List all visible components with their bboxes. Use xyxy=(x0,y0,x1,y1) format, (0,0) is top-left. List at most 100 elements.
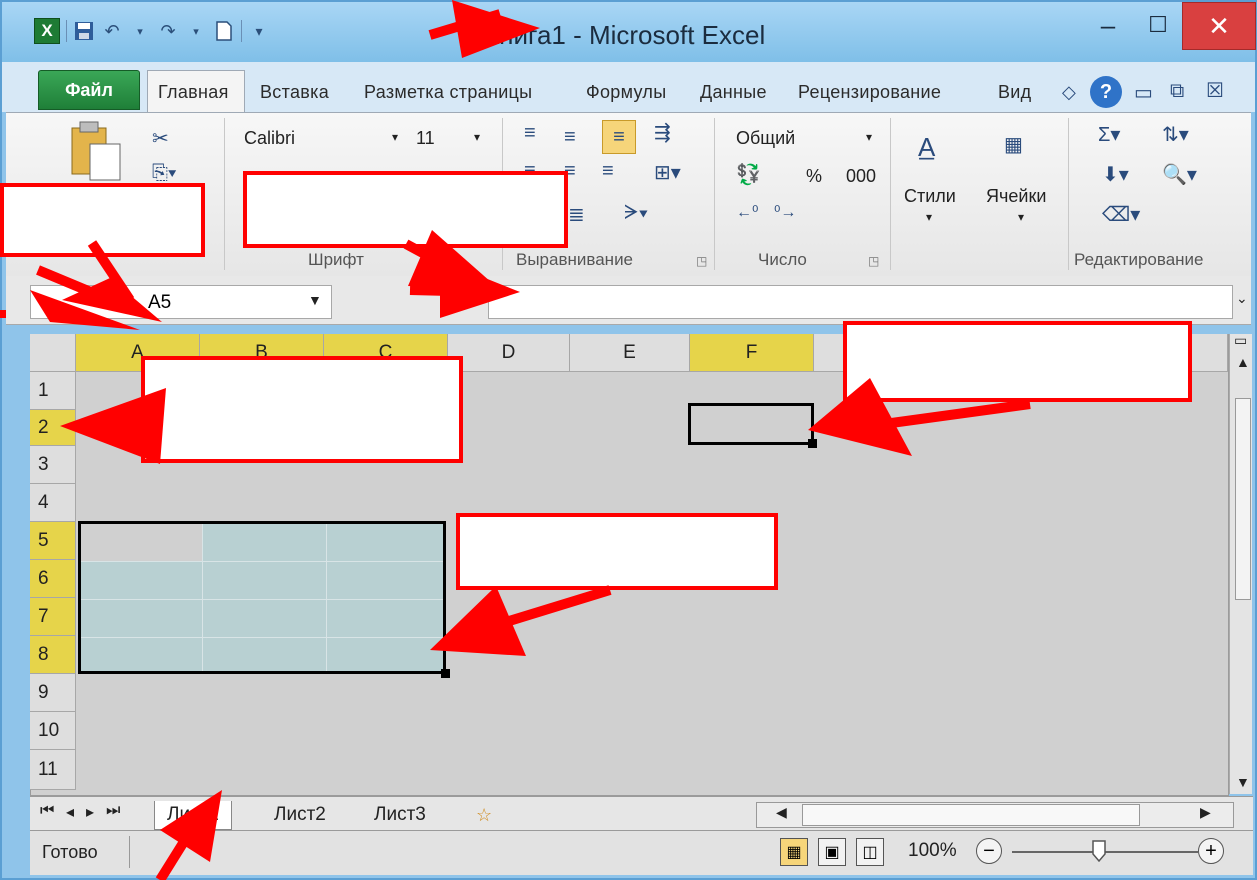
cells-dropdown-icon[interactable]: ▾ xyxy=(1018,210,1024,224)
row-header-7[interactable]: 7 xyxy=(30,598,76,636)
help-icon[interactable]: ? xyxy=(1090,76,1122,108)
redo-icon[interactable]: ↷ xyxy=(157,20,179,42)
horizontal-scroll-thumb[interactable] xyxy=(802,804,1140,826)
workbook-restore-icon[interactable]: ⧉ xyxy=(1170,80,1184,103)
column-header-d[interactable]: D xyxy=(448,334,570,372)
save-icon[interactable] xyxy=(73,20,95,42)
copy-icon[interactable]: ⎘▾ xyxy=(152,162,176,185)
merge-cells-icon[interactable]: ⊞▾ xyxy=(654,160,681,185)
autosum-icon[interactable]: Σ▾ xyxy=(1098,122,1120,147)
sort-filter-icon[interactable]: ⇅▾ xyxy=(1162,122,1189,147)
dropdown-icon[interactable]: ▾ xyxy=(129,20,151,42)
tab-file[interactable]: Файл xyxy=(38,70,140,110)
decrease-decimal-icon[interactable]: ⁰→ xyxy=(774,202,796,222)
scroll-left-icon[interactable]: ◀ xyxy=(776,804,787,821)
select-all-button[interactable] xyxy=(30,334,76,372)
fill-icon[interactable]: ⬇▾ xyxy=(1102,162,1129,187)
sheet-tab-3[interactable]: Лист3 xyxy=(374,801,426,829)
cut-icon[interactable]: ✂ xyxy=(152,126,169,151)
styles-dropdown-icon[interactable]: ▾ xyxy=(926,210,932,224)
workbook-minimize-icon[interactable]: ▭ xyxy=(1134,80,1153,105)
column-header-e[interactable]: E xyxy=(570,334,690,372)
scroll-up-icon[interactable]: ▲ xyxy=(1236,354,1250,370)
row-header-3[interactable]: 3 xyxy=(30,446,76,484)
formula-input[interactable] xyxy=(488,285,1233,319)
increase-decimal-icon[interactable]: ←⁰ xyxy=(736,202,758,222)
paste-icon[interactable] xyxy=(68,120,124,190)
styles-button[interactable]: Стили xyxy=(904,186,956,207)
maximize-button[interactable]: ☐ xyxy=(1134,2,1182,48)
insert-function-icon[interactable]: fx xyxy=(454,289,472,314)
tab-insert[interactable]: Вставка xyxy=(260,82,329,103)
customize-qat-icon[interactable]: ▾ xyxy=(248,20,270,42)
row-header-5[interactable]: 5 xyxy=(30,522,76,560)
number-format-dropdown-icon[interactable]: ▾ xyxy=(866,130,872,144)
font-name-select[interactable]: Calibri xyxy=(244,128,295,149)
align-middle-icon[interactable]: ≡ xyxy=(564,126,576,149)
dialog-launcher-icon[interactable]: ◳ xyxy=(696,254,707,268)
font-name-dropdown-icon[interactable]: ▾ xyxy=(392,130,398,144)
find-select-icon[interactable]: 🔍▾ xyxy=(1162,162,1197,187)
dialog-launcher-icon[interactable]: ◳ xyxy=(868,254,879,268)
cells-button[interactable]: Ячейки xyxy=(986,186,1046,207)
cell-fill-handle[interactable] xyxy=(808,439,817,448)
tab-data[interactable]: Данные xyxy=(700,82,767,103)
sheet-tab-1[interactable]: Лист1 xyxy=(154,801,232,830)
align-top-icon[interactable]: ≡ xyxy=(524,122,536,145)
zoom-out-icon[interactable]: − xyxy=(976,838,1002,864)
selected-cell-f2[interactable] xyxy=(688,403,814,445)
font-size-dropdown-icon[interactable]: ▾ xyxy=(474,130,480,144)
normal-view-icon[interactable]: ▦ xyxy=(780,838,808,866)
next-sheet-icon[interactable]: ▸ xyxy=(86,802,94,822)
row-header-6[interactable]: 6 xyxy=(30,560,76,598)
name-box-dropdown-icon[interactable]: ▼ xyxy=(308,292,322,308)
dropdown-icon[interactable]: ▾ xyxy=(185,20,207,42)
currency-format-icon[interactable]: 💱 xyxy=(736,162,761,187)
row-header-10[interactable]: 10 xyxy=(30,712,76,750)
styles-icon[interactable]: A̲ xyxy=(918,132,935,163)
excel-logo-icon[interactable]: X xyxy=(34,18,60,44)
range-fill-handle[interactable] xyxy=(441,669,450,678)
wrap-text-icon[interactable]: ⇶ xyxy=(654,120,671,145)
sheet-tab-2[interactable]: Лист2 xyxy=(274,801,326,829)
align-bottom-icon[interactable]: ≡ xyxy=(602,120,636,154)
last-sheet-icon[interactable]: ⏭ xyxy=(106,802,120,820)
indent-icon[interactable]: ≣ xyxy=(568,202,585,227)
row-header-2[interactable]: 2 xyxy=(30,410,76,446)
selected-range[interactable] xyxy=(78,521,446,674)
tab-review[interactable]: Рецензирование xyxy=(798,82,941,103)
row-header-4[interactable]: 4 xyxy=(30,484,76,522)
page-break-view-icon[interactable]: ◫ xyxy=(856,838,884,866)
row-header-9[interactable]: 9 xyxy=(30,674,76,712)
scroll-down-icon[interactable]: ▼ xyxy=(1236,774,1250,790)
name-box[interactable] xyxy=(30,285,332,319)
align-right-icon[interactable]: ≡ xyxy=(602,160,614,183)
close-button[interactable]: ✕ xyxy=(1182,2,1256,50)
zoom-level[interactable]: 100% xyxy=(908,840,957,862)
prev-sheet-icon[interactable]: ◂ xyxy=(66,802,74,822)
first-sheet-icon[interactable]: ⏮ xyxy=(40,802,54,820)
expand-formula-bar-icon[interactable]: ⌄ xyxy=(1236,290,1248,307)
font-size-select[interactable]: 11 xyxy=(416,128,435,149)
page-layout-view-icon[interactable]: ▣ xyxy=(818,838,846,866)
scroll-right-icon[interactable]: ▶ xyxy=(1200,804,1211,821)
minimize-button[interactable]: – xyxy=(1082,2,1134,48)
insert-sheet-icon[interactable]: ☆ xyxy=(476,801,492,829)
row-header-8[interactable]: 8 xyxy=(30,636,76,674)
row-header-1[interactable]: 1 xyxy=(30,372,76,410)
orientation-icon[interactable]: ᗒ▾ xyxy=(624,202,648,225)
tab-formulas[interactable]: Формулы xyxy=(586,82,666,103)
vertical-scroll-thumb[interactable] xyxy=(1235,398,1251,600)
workbook-close-icon[interactable]: ☒ xyxy=(1206,78,1224,103)
zoom-slider-thumb[interactable] xyxy=(1092,840,1106,862)
new-document-icon[interactable] xyxy=(213,20,235,42)
tab-home[interactable]: Главная xyxy=(158,82,229,103)
zoom-in-icon[interactable]: + xyxy=(1198,838,1224,864)
number-format-select[interactable]: Общий xyxy=(736,128,795,149)
column-header-f[interactable]: F xyxy=(690,334,814,372)
active-cell-a5[interactable] xyxy=(81,524,203,562)
percent-style-button[interactable]: % xyxy=(806,166,822,187)
cells-icon[interactable]: ▦ xyxy=(1004,132,1023,157)
tab-page-layout[interactable]: Разметка страницы xyxy=(364,82,532,103)
clear-icon[interactable]: ⌫▾ xyxy=(1102,202,1140,227)
